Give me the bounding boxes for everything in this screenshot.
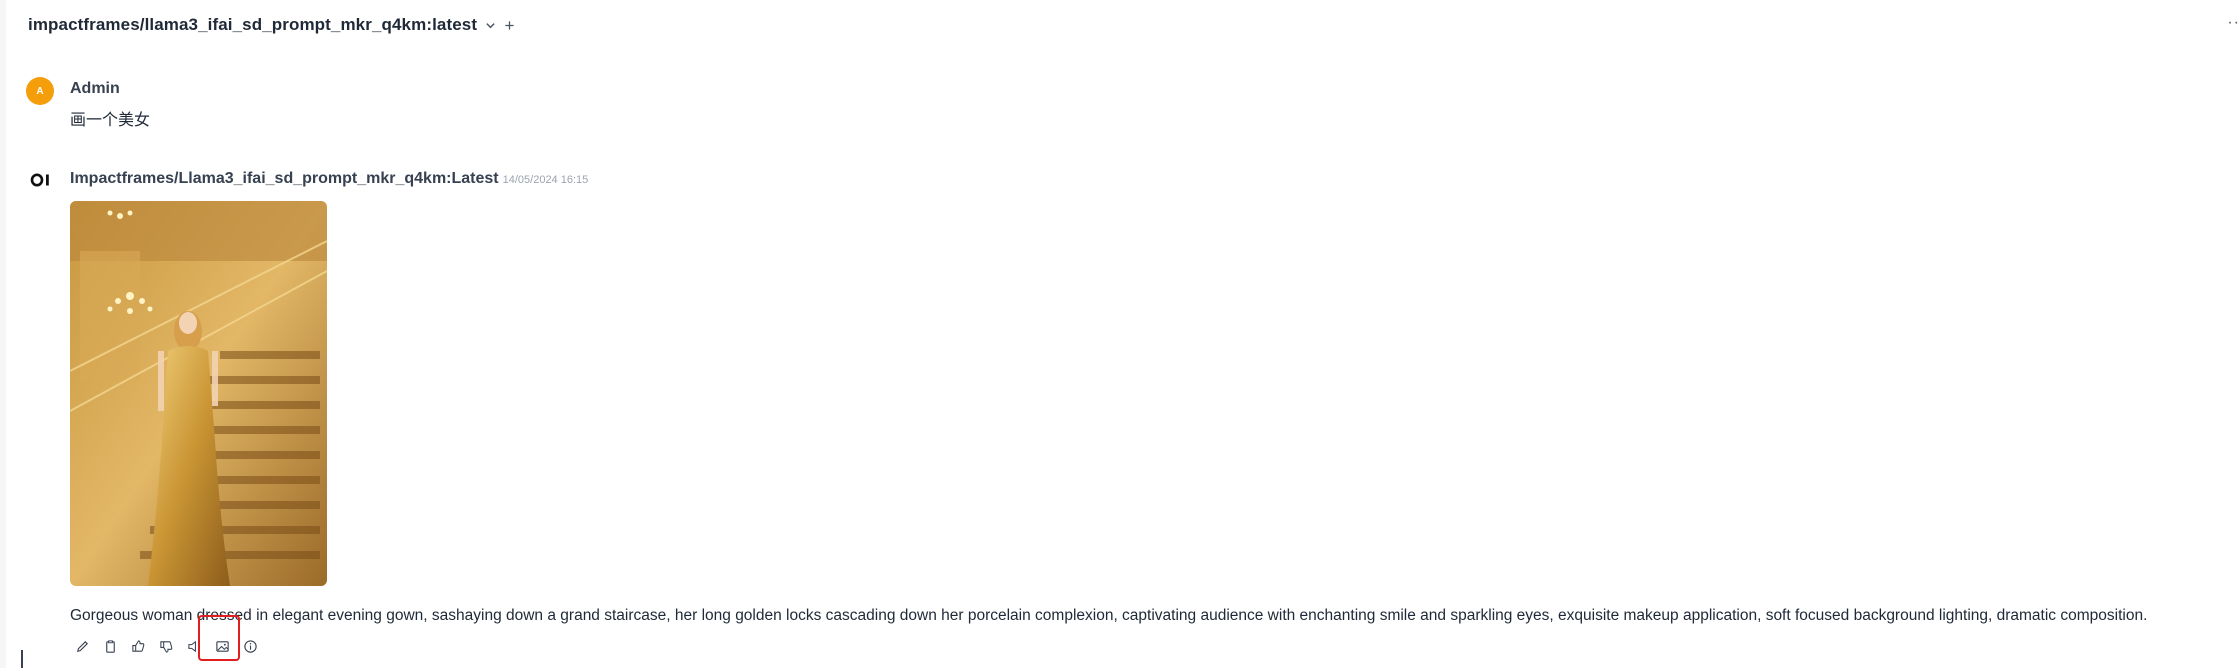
assistant-name: Impactframes/Llama3_ifai_sd_prompt_mkr_q… (70, 170, 499, 187)
user-message: 画一个美女 (70, 112, 151, 129)
model-selector[interactable]: impactframes/llama3_ifai_sd_prompt_mkr_q… (28, 15, 477, 35)
chevron-down-icon[interactable] (485, 20, 496, 31)
message-timestamp: 14/05/2024 16:15 (502, 174, 589, 186)
pencil-icon[interactable] (72, 636, 92, 656)
user-name: Admin (70, 80, 120, 97)
assistant-logo-icon (30, 172, 52, 188)
clipboard-icon[interactable] (100, 636, 120, 656)
add-model-icon[interactable] (504, 20, 515, 31)
more-options-icon[interactable]: ·· (2227, 14, 2240, 32)
assistant-header: Impactframes/Llama3_ifai_sd_prompt_mkr_q… (70, 170, 588, 188)
sidebar-edge (0, 0, 6, 668)
highlight-box (198, 615, 240, 661)
text-cursor (21, 650, 23, 668)
user-avatar: A (26, 77, 54, 105)
generated-image[interactable] (70, 201, 327, 586)
chat-header: impactframes/llama3_ifai_sd_prompt_mkr_q… (28, 15, 515, 35)
info-icon[interactable] (240, 636, 260, 656)
thumbs-down-icon[interactable] (156, 636, 176, 656)
assistant-message: Gorgeous woman dressed in elegant evenin… (70, 607, 2148, 624)
thumbs-up-icon[interactable] (128, 636, 148, 656)
